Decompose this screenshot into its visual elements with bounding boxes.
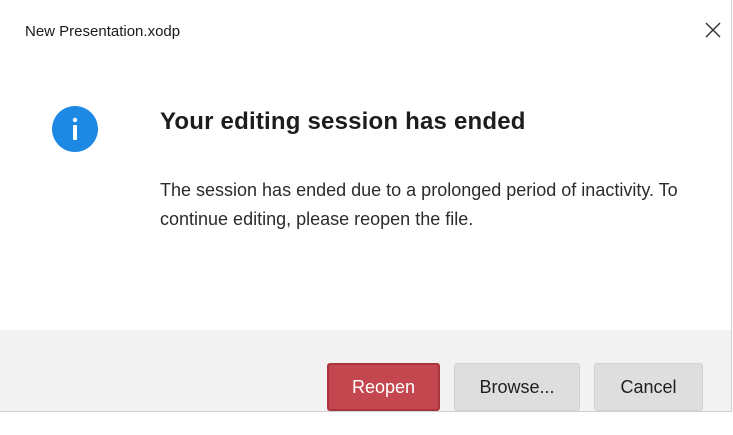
info-icon <box>52 106 98 152</box>
reopen-button[interactable]: Reopen <box>327 363 440 411</box>
dialog-heading: Your editing session has ended <box>160 108 526 135</box>
title-bar: New Presentation.xodp <box>0 0 731 68</box>
cancel-button[interactable]: Cancel <box>594 363 703 411</box>
close-button[interactable] <box>699 15 727 45</box>
close-icon <box>705 22 721 38</box>
dialog-message: The session has ended due to a prolonged… <box>160 180 678 229</box>
session-ended-dialog: New Presentation.xodp Your editing sessi… <box>0 0 732 412</box>
browse-button[interactable]: Browse... <box>454 363 580 411</box>
window-title: New Presentation.xodp <box>25 23 181 40</box>
